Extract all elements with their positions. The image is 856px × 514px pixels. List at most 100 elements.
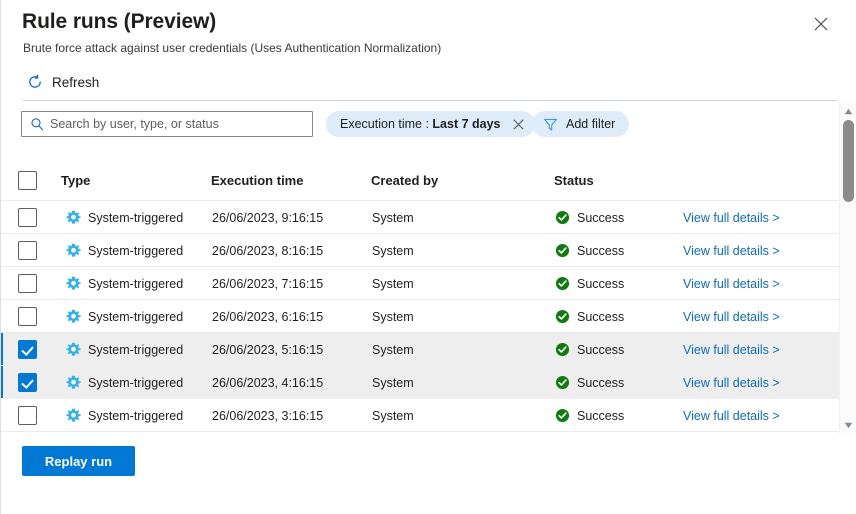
row-checkbox[interactable] xyxy=(18,274,37,293)
status-text: Success xyxy=(577,310,624,324)
cell-type-text: System-triggered xyxy=(88,343,183,357)
row-checkbox[interactable] xyxy=(18,406,37,425)
cell-type-text: System-triggered xyxy=(88,277,183,291)
column-header-type[interactable]: Type xyxy=(61,173,90,188)
view-full-details-link[interactable]: View full details > xyxy=(683,244,780,258)
gear-icon xyxy=(66,408,81,423)
cell-execution-time: 26/06/2023, 5:16:15 xyxy=(212,333,323,366)
cell-status: Success xyxy=(555,300,624,333)
cell-view-details: View full details > xyxy=(683,366,780,399)
view-full-details-link[interactable]: View full details > xyxy=(683,211,780,225)
status-text: Success xyxy=(577,211,624,225)
cell-execution-time: 26/06/2023, 6:16:15 xyxy=(212,300,323,333)
panel-scrollbar[interactable] xyxy=(839,103,856,433)
gear-icon xyxy=(66,342,81,357)
success-check-icon xyxy=(555,309,570,324)
success-check-icon xyxy=(555,276,570,291)
table-body: System-triggered26/06/2023, 9:16:15Syste… xyxy=(1,201,839,432)
column-header-created-by[interactable]: Created by xyxy=(371,173,438,188)
view-full-details-link[interactable]: View full details > xyxy=(683,277,780,291)
gear-icon xyxy=(66,243,81,258)
cell-execution-time: 26/06/2023, 3:16:15 xyxy=(212,399,323,432)
view-full-details-link[interactable]: View full details > xyxy=(683,310,780,324)
panel-footer: Replay run xyxy=(1,432,856,514)
table-row[interactable]: System-triggered 26/06/2023, 5:16:15 Syste… xyxy=(1,333,839,366)
column-header-execution-time[interactable]: Execution time xyxy=(211,173,303,188)
row-checkbox-cell xyxy=(18,267,37,300)
gear-icon xyxy=(66,309,81,324)
page-subtitle: Brute force attack against user credenti… xyxy=(23,41,441,55)
success-check-icon xyxy=(555,375,570,390)
table-row[interactable]: System-triggered 26/06/2023, 8:16:15 Syste… xyxy=(1,234,839,267)
row-checkbox[interactable] xyxy=(18,208,37,227)
search-box[interactable] xyxy=(21,111,313,137)
rule-runs-table: Type Execution time Created by Status Sy… xyxy=(1,160,839,432)
cell-execution-time: 26/06/2023, 8:16:15 xyxy=(212,234,323,267)
cell-created-by: System xyxy=(372,333,414,366)
filter-pill-remove-button[interactable] xyxy=(511,116,527,132)
cell-created-by: System xyxy=(372,300,414,333)
column-header-status[interactable]: Status xyxy=(554,173,594,188)
status-text: Success xyxy=(577,244,624,258)
cell-type-text: System-triggered xyxy=(88,244,183,258)
filter-pill-execution-time[interactable]: Execution time : Last 7 days xyxy=(326,111,535,137)
row-checkbox[interactable] xyxy=(18,340,37,359)
success-check-icon xyxy=(555,210,570,225)
command-bar: Refresh xyxy=(23,68,105,96)
add-filter-button[interactable]: Add filter xyxy=(532,111,629,137)
refresh-button[interactable]: Refresh xyxy=(23,71,105,93)
cell-view-details: View full details > xyxy=(683,234,780,267)
cell-status: Success xyxy=(555,234,624,267)
success-check-icon xyxy=(555,243,570,258)
row-checkbox[interactable] xyxy=(18,307,37,326)
cell-type: System-triggered xyxy=(66,333,183,366)
row-checkbox-cell xyxy=(18,333,37,366)
table-row[interactable]: System-triggered 26/06/2023, 3:16:15 Syste… xyxy=(1,399,839,432)
page-title: Rule runs (Preview) xyxy=(22,10,216,34)
view-full-details-link[interactable]: View full details > xyxy=(683,343,780,357)
cell-status: Success xyxy=(555,333,624,366)
status-text: Success xyxy=(577,409,624,423)
cell-status: Success xyxy=(555,366,624,399)
close-icon xyxy=(513,119,524,130)
cell-type: System-triggered xyxy=(66,366,183,399)
cell-type: System-triggered xyxy=(66,300,183,333)
gear-icon xyxy=(66,210,81,225)
close-panel-button[interactable] xyxy=(807,10,835,38)
row-checkbox[interactable] xyxy=(18,373,37,392)
table-row[interactable]: System-triggered26/06/2023, 9:16:15Syste… xyxy=(1,201,839,234)
select-all-checkbox[interactable] xyxy=(18,171,37,190)
success-check-icon xyxy=(555,408,570,423)
cell-created-by: System xyxy=(372,399,414,432)
chevron-down-icon xyxy=(844,422,853,429)
filter-icon xyxy=(543,117,558,132)
row-checkbox-cell xyxy=(18,366,37,399)
status-text: Success xyxy=(577,343,624,357)
row-checkbox-cell xyxy=(18,201,37,234)
success-check-icon xyxy=(555,342,570,357)
scrollbar-thumb[interactable] xyxy=(843,120,854,202)
cell-type: System-triggered xyxy=(66,399,183,432)
view-full-details-link[interactable]: View full details > xyxy=(683,376,780,390)
cell-view-details: View full details > xyxy=(683,201,780,234)
scroll-down-button[interactable] xyxy=(840,417,856,433)
row-checkbox-cell xyxy=(18,234,37,267)
table-row[interactable]: System-triggered26/06/2023, 4:16:15Syste… xyxy=(1,366,839,399)
search-input[interactable] xyxy=(50,117,290,131)
view-full-details-link[interactable]: View full details > xyxy=(683,409,780,423)
row-checkbox[interactable] xyxy=(18,241,37,260)
table-row[interactable]: System-triggered26/06/2023, 7:16:15Syste… xyxy=(1,267,839,300)
cell-created-by: System xyxy=(372,267,414,300)
table-row[interactable]: System-triggered 26/06/2023, 6:16:15 Syste… xyxy=(1,300,839,333)
cell-type-text: System-triggered xyxy=(88,211,183,225)
scroll-up-button[interactable] xyxy=(840,103,856,119)
replay-run-button[interactable]: Replay run xyxy=(22,446,135,476)
table-header-row: Type Execution time Created by Status xyxy=(1,160,839,201)
refresh-label: Refresh xyxy=(52,75,99,90)
cell-view-details: View full details > xyxy=(683,267,780,300)
cell-created-by: System xyxy=(372,234,414,267)
close-icon xyxy=(814,17,828,31)
cell-status: Success xyxy=(555,201,624,234)
cell-type: System-triggered xyxy=(66,201,183,234)
status-text: Success xyxy=(577,277,624,291)
